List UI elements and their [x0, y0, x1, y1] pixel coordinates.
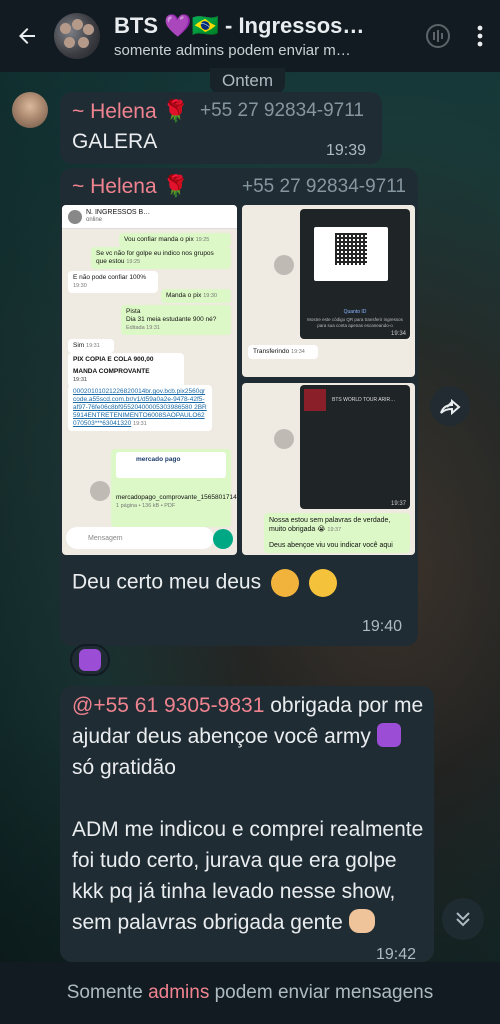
media-caption: Deu certo meu deus: [72, 569, 337, 597]
crying-face-emoji: [308, 569, 337, 597]
screenshot-msg: Manda o pix 19:30: [161, 289, 231, 303]
sender-name[interactable]: ~ Helena 🌹: [72, 100, 189, 124]
admins-link[interactable]: admins: [148, 982, 209, 1004]
more-options-icon[interactable]: [460, 0, 500, 72]
ticket-image: [304, 389, 326, 411]
message-time: 19:39: [326, 142, 367, 159]
purple-heart-emoji: [376, 723, 401, 747]
qr-code: [314, 227, 388, 281]
double-chevron-down-icon: [456, 912, 470, 927]
screenshot-msg: E não pode confiar 100% 19:30: [68, 271, 158, 293]
screenshot-msg: Se vc não for golpe eu indico nos grupos…: [91, 247, 231, 269]
ticket-event: BTS WORLD TOUR ARIR…: [332, 397, 396, 403]
screenshot-msg: Pista Dia 31 meia estudante 900 né? Editad…: [121, 305, 231, 335]
screenshot-time: 19:34: [390, 331, 406, 337]
admins-only-notice: Somente admins podem enviar mensagens: [0, 962, 500, 1024]
sender-avatar[interactable]: [12, 92, 48, 128]
chat-header: BTS 💜🇧🇷 - Ingressos… somente admins pode…: [0, 0, 500, 72]
media-image-ticket-screenshot[interactable]: BTS WORLD TOUR ARIR… 19:37 Nossa estou s…: [242, 383, 415, 555]
screenshot-chat-header: N. INGRESSOS B… online: [62, 205, 237, 229]
screenshot-msg: PIX COPIA E COLA 900,00 MANDA COMPROVANTE…: [68, 353, 184, 387]
sender-name[interactable]: ~ Helena 🌹: [72, 175, 189, 199]
sender-phone: +55 27 92834-9711: [200, 100, 364, 121]
screenshot-msg: Vou confiar manda o pix 19:25: [119, 233, 231, 247]
screenshot-msg: Transferindo 19:34: [248, 345, 318, 359]
screenshot-input: Mensagem: [66, 527, 214, 549]
screenshot-chat-status: online: [86, 217, 103, 223]
screenshot-qr-card: Quanto ID Mostre este código QR para tra…: [300, 209, 410, 339]
message-bubble[interactable]: ~ Helena 🌹 +55 27 92834-9711 GALERA 19:3…: [60, 92, 382, 164]
screenshot-chat-name: N. INGRESSOS B…: [86, 209, 151, 216]
mention-link[interactable]: @+55 61 9305-9831: [72, 694, 264, 717]
screenshot-forward-icon: [274, 255, 294, 275]
scroll-down-button[interactable]: [442, 898, 484, 940]
purple-heart-icon: [79, 649, 101, 671]
screenshot-msg: Sim 19:31: [68, 339, 114, 353]
clapping-hands-emoji: [348, 909, 375, 933]
sender-phone: +55 27 92834-9711: [242, 176, 406, 197]
qr-note: Mostre este código QR para transferir in…: [307, 317, 403, 328]
screenshot-forward-icon: [274, 429, 294, 449]
screenshot-doc: mercado pago mercadopago_comprovante_156…: [111, 449, 237, 527]
forward-icon: [440, 398, 461, 415]
group-title: BTS 💜🇧🇷 - Ingressos…: [114, 13, 365, 38]
group-info[interactable]: BTS 💜🇧🇷 - Ingressos… somente admins pode…: [114, 13, 416, 59]
reaction-chip[interactable]: 💜: [70, 644, 110, 676]
screenshot-msg: 00020101021226820014br.gov.bcb.pix2560qr…: [68, 385, 212, 431]
screenshot-mic-icon: [213, 529, 233, 549]
forward-button[interactable]: [430, 386, 470, 426]
screenshot-forward-icon: [90, 481, 110, 501]
voice-call-icon[interactable]: [416, 0, 460, 72]
party-face-emoji: [270, 569, 299, 597]
screenshot-time: 19:37: [390, 501, 406, 507]
screenshot-avatar: [68, 209, 82, 224]
screenshot-ticket-card: BTS WORLD TOUR ARIR… 19:37: [300, 385, 410, 509]
back-arrow-icon[interactable]: [0, 0, 54, 72]
screenshot-msg: Nossa estou sem palavras de verdade, mui…: [264, 513, 410, 553]
group-avatar[interactable]: [54, 13, 100, 59]
message-text: GALERA: [72, 130, 158, 153]
date-separator: Ontem: [210, 68, 286, 94]
group-subtitle: somente admins podem enviar m…: [114, 42, 351, 59]
qr-label: Quanto ID: [343, 309, 367, 315]
message-text: @+55 61 9305-9831 obrigada por me ajudar…: [72, 694, 424, 934]
media-image-qr-screenshot[interactable]: Quanto ID Mostre este código QR para tra…: [242, 205, 415, 377]
media-image-chat-screenshot[interactable]: N. INGRESSOS B… online Vou confiar manda…: [62, 205, 237, 555]
message-time: 19:40: [362, 618, 403, 635]
